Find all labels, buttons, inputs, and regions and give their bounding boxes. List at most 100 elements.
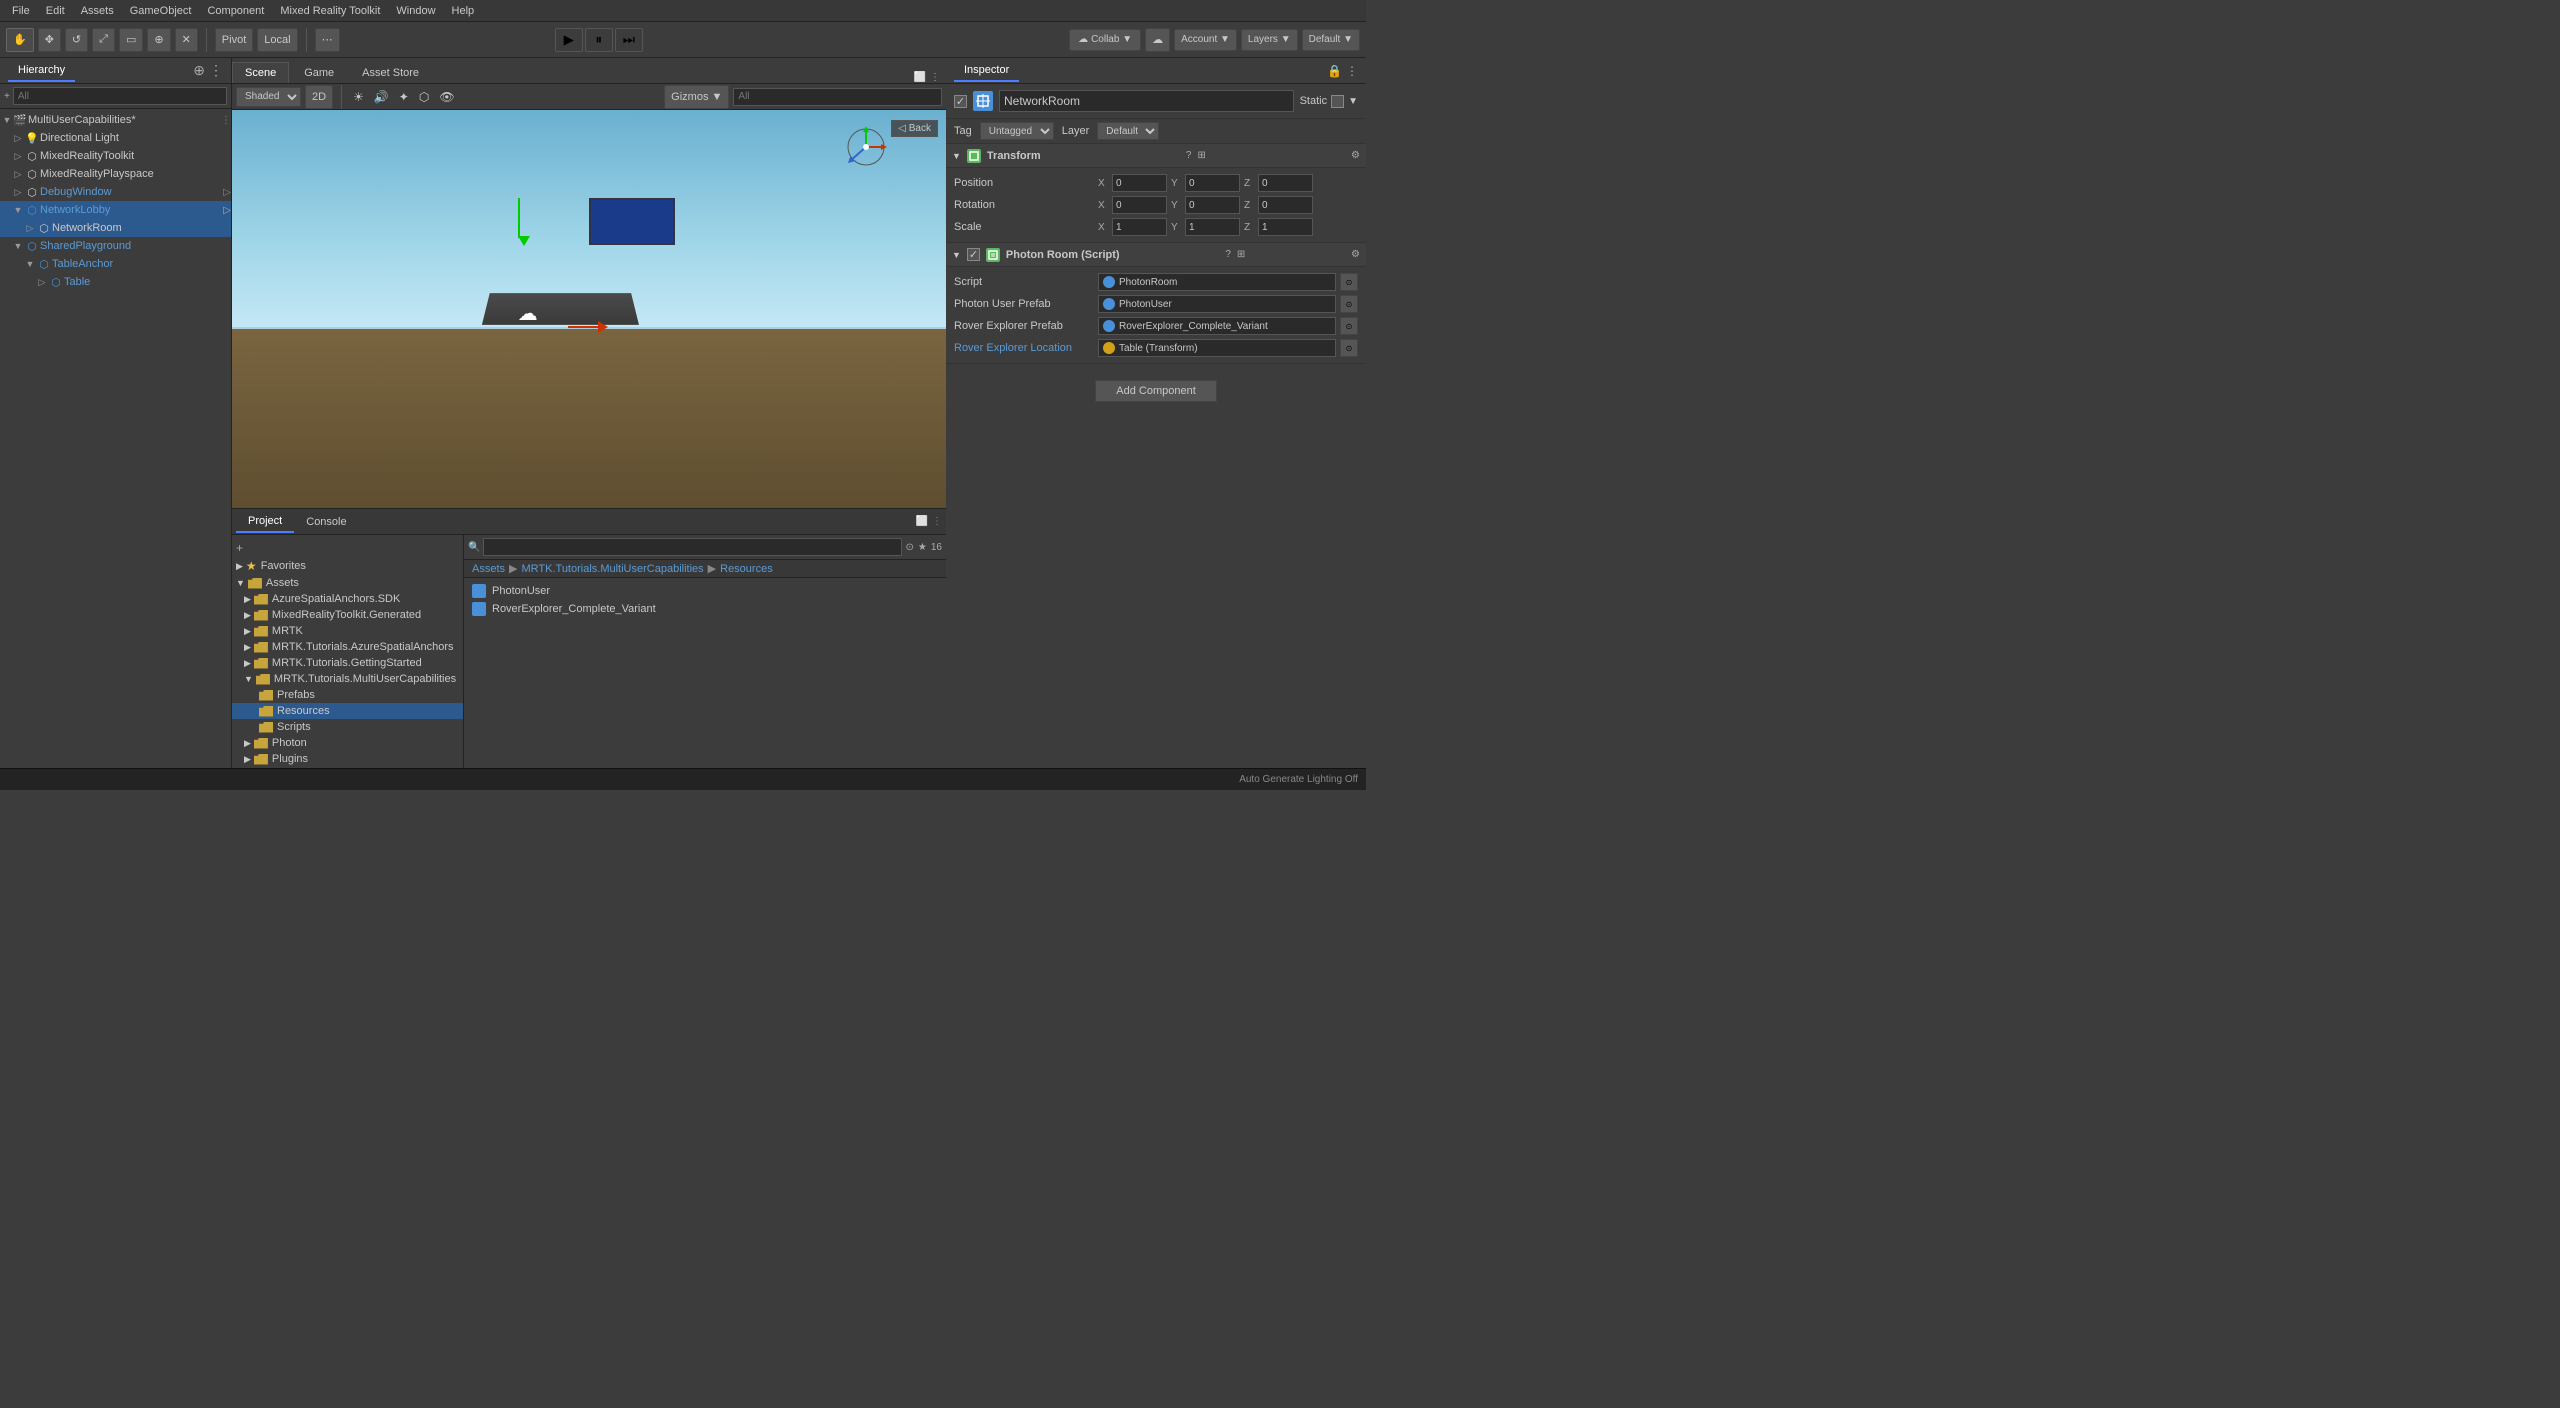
photon-room-header[interactable]: ▼ ✓ Photon Room (Script) ? ⊞ ⚙	[946, 243, 1366, 267]
hierarchy-add-icon[interactable]: +	[4, 91, 10, 102]
rotate-tool[interactable]: ↺	[65, 28, 88, 52]
scale-tool[interactable]: ⤢	[92, 28, 115, 52]
search-filter-icon[interactable]: 16	[931, 542, 942, 553]
folder-scripts[interactable]: Scripts	[232, 719, 463, 735]
gear-icon[interactable]: ⚙	[1351, 249, 1360, 260]
rot-y-input[interactable]	[1185, 196, 1240, 214]
rover-location-field[interactable]: Table (Transform)	[1098, 339, 1336, 357]
console-tab[interactable]: Console	[294, 512, 358, 532]
rover-location-select-btn[interactable]: ⊙	[1340, 339, 1358, 357]
expand-icon[interactable]: ▷	[223, 205, 231, 216]
more-scene-icon[interactable]: ⋮	[930, 72, 940, 83]
hierarchy-tab[interactable]: Hierarchy	[8, 60, 75, 82]
rover-prefab-field[interactable]: RoverExplorer_Complete_Variant	[1098, 317, 1336, 335]
menu-gameobject[interactable]: GameObject	[122, 3, 200, 19]
script-field[interactable]: PhotonRoom	[1098, 273, 1336, 291]
photon-user-select-btn[interactable]: ⊙	[1340, 295, 1358, 313]
shading-dropdown[interactable]: Shaded	[236, 87, 301, 107]
project-search-input[interactable]	[483, 538, 901, 556]
local-btn[interactable]: Local	[257, 28, 297, 52]
search-options-icon[interactable]: ⊙	[906, 542, 914, 553]
hierarchy-more-icon[interactable]: ⋮	[209, 62, 223, 79]
scene-fx-icon[interactable]: ⬡	[416, 88, 432, 106]
project-tab[interactable]: Project	[236, 511, 294, 533]
more-inspector-icon[interactable]: ⋮	[1346, 64, 1358, 78]
static-checkbox[interactable]	[1331, 95, 1344, 108]
scale-x-input[interactable]	[1112, 218, 1167, 236]
folder-plugins[interactable]: ▶ Plugins	[232, 751, 463, 767]
assets-root[interactable]: ▼ Assets	[232, 575, 463, 591]
gizmos-btn[interactable]: Gizmos ▼	[664, 85, 729, 109]
favorites-item[interactable]: ▶ ★ Favorites	[232, 557, 463, 575]
move-tool[interactable]: ✥	[38, 28, 61, 52]
photon-enable-checkbox[interactable]: ✓	[967, 248, 980, 261]
tree-item-networkroom[interactable]: ▷ ⬡ NetworkRoom	[0, 219, 231, 237]
question-icon[interactable]: ?	[1225, 249, 1231, 260]
tree-item-mrtoolkit[interactable]: ▷ ⬡ MixedRealityToolkit	[0, 147, 231, 165]
add-component-button[interactable]: Add Component	[1095, 380, 1217, 402]
gear-icon[interactable]: ⚙	[1351, 150, 1360, 161]
rover-prefab-select-btn[interactable]: ⊙	[1340, 317, 1358, 335]
scene-search[interactable]	[733, 88, 942, 106]
step-button[interactable]: ⏭	[615, 28, 643, 52]
search-star-icon[interactable]: ★	[918, 542, 927, 553]
scene-gizmo[interactable]	[841, 122, 891, 172]
menu-edit[interactable]: Edit	[38, 3, 73, 19]
menu-file[interactable]: File	[4, 3, 38, 19]
rot-x-input[interactable]	[1112, 196, 1167, 214]
expand-icon[interactable]: ▷	[223, 187, 231, 198]
tree-item-networklobby[interactable]: ▼ ⬡ NetworkLobby ▷	[0, 201, 231, 219]
play-button[interactable]: ▶	[555, 28, 583, 52]
effects-icon[interactable]: ✦	[396, 88, 412, 106]
scale-y-input[interactable]	[1185, 218, 1240, 236]
pos-z-input[interactable]	[1258, 174, 1313, 192]
default-dropdown[interactable]: Default ▼	[1302, 29, 1360, 51]
folder-multiuser[interactable]: ▼ MRTK.Tutorials.MultiUserCapabilities	[232, 671, 463, 687]
rect-tool[interactable]: ▭	[119, 28, 143, 52]
game-tab[interactable]: Game	[291, 62, 347, 83]
snap-btn[interactable]: ⋯	[315, 28, 340, 52]
breadcrumb-assets[interactable]: Assets	[472, 563, 505, 575]
hierarchy-lock-icon[interactable]: ⊕	[193, 62, 205, 79]
menu-help[interactable]: Help	[444, 3, 483, 19]
scene-tab[interactable]: Scene	[232, 62, 289, 83]
lock-icon[interactable]: ⊞	[1197, 150, 1205, 161]
collab-button[interactable]: ☁ Collab ▼	[1069, 29, 1141, 51]
folder-azure-tutorials[interactable]: ▶ MRTK.Tutorials.AzureSpatialAnchors	[232, 639, 463, 655]
hand-tool[interactable]: ✋	[6, 28, 34, 52]
menu-window[interactable]: Window	[388, 3, 443, 19]
transform-component-header[interactable]: ▼ Transform ? ⊞ ⚙	[946, 144, 1366, 168]
layers-dropdown[interactable]: Layers ▼	[1241, 29, 1298, 51]
account-dropdown[interactable]: Account ▼	[1174, 29, 1237, 51]
transform-tool[interactable]: ⊕	[147, 28, 170, 52]
audio-icon[interactable]: 🔊	[371, 88, 392, 106]
cloud-btn[interactable]: ☁	[1145, 28, 1170, 52]
maximize-bottom-icon[interactable]: ⬜	[916, 516, 928, 527]
more-icon[interactable]: ⋮	[221, 115, 231, 126]
question-icon[interactable]: ?	[1186, 150, 1192, 161]
pos-x-input[interactable]	[1112, 174, 1167, 192]
tree-item-table[interactable]: ▷ ⬡ Table	[0, 273, 231, 291]
folder-getting-started[interactable]: ▶ MRTK.Tutorials.GettingStarted	[232, 655, 463, 671]
lock-icon[interactable]: ⊞	[1237, 249, 1245, 260]
menu-assets[interactable]: Assets	[73, 3, 122, 19]
maximize-icon[interactable]: ⬜	[914, 72, 926, 83]
tree-item-debugwindow[interactable]: ▷ ⬡ DebugWindow ▷	[0, 183, 231, 201]
folder-mrtk[interactable]: ▶ MRTK	[232, 623, 463, 639]
active-checkbox[interactable]: ✓	[954, 95, 967, 108]
tree-item-tableanchor[interactable]: ▼ ⬡ TableAnchor	[0, 255, 231, 273]
photon-user-field[interactable]: PhotonUser	[1098, 295, 1336, 313]
assetstore-tab[interactable]: Asset Store	[349, 62, 432, 83]
hierarchy-search-input[interactable]	[13, 87, 227, 105]
light-icon[interactable]: ☀	[350, 88, 367, 106]
custom-tool[interactable]: ✕	[175, 28, 198, 52]
scale-z-input[interactable]	[1258, 218, 1313, 236]
tree-item-multiusercapabilities[interactable]: ▼ 🎬 MultiUserCapabilities* ⋮	[0, 111, 231, 129]
add-project-icon[interactable]: +	[236, 541, 243, 555]
lock-icon[interactable]: 🔒	[1327, 64, 1342, 78]
scene-view[interactable]: ☁ ◁ Back	[232, 110, 946, 508]
pause-button[interactable]: ⏸	[585, 28, 613, 52]
script-select-btn[interactable]: ⊙	[1340, 273, 1358, 291]
layer-dropdown[interactable]: Default	[1097, 122, 1159, 140]
tag-dropdown[interactable]: Untagged	[980, 122, 1054, 140]
